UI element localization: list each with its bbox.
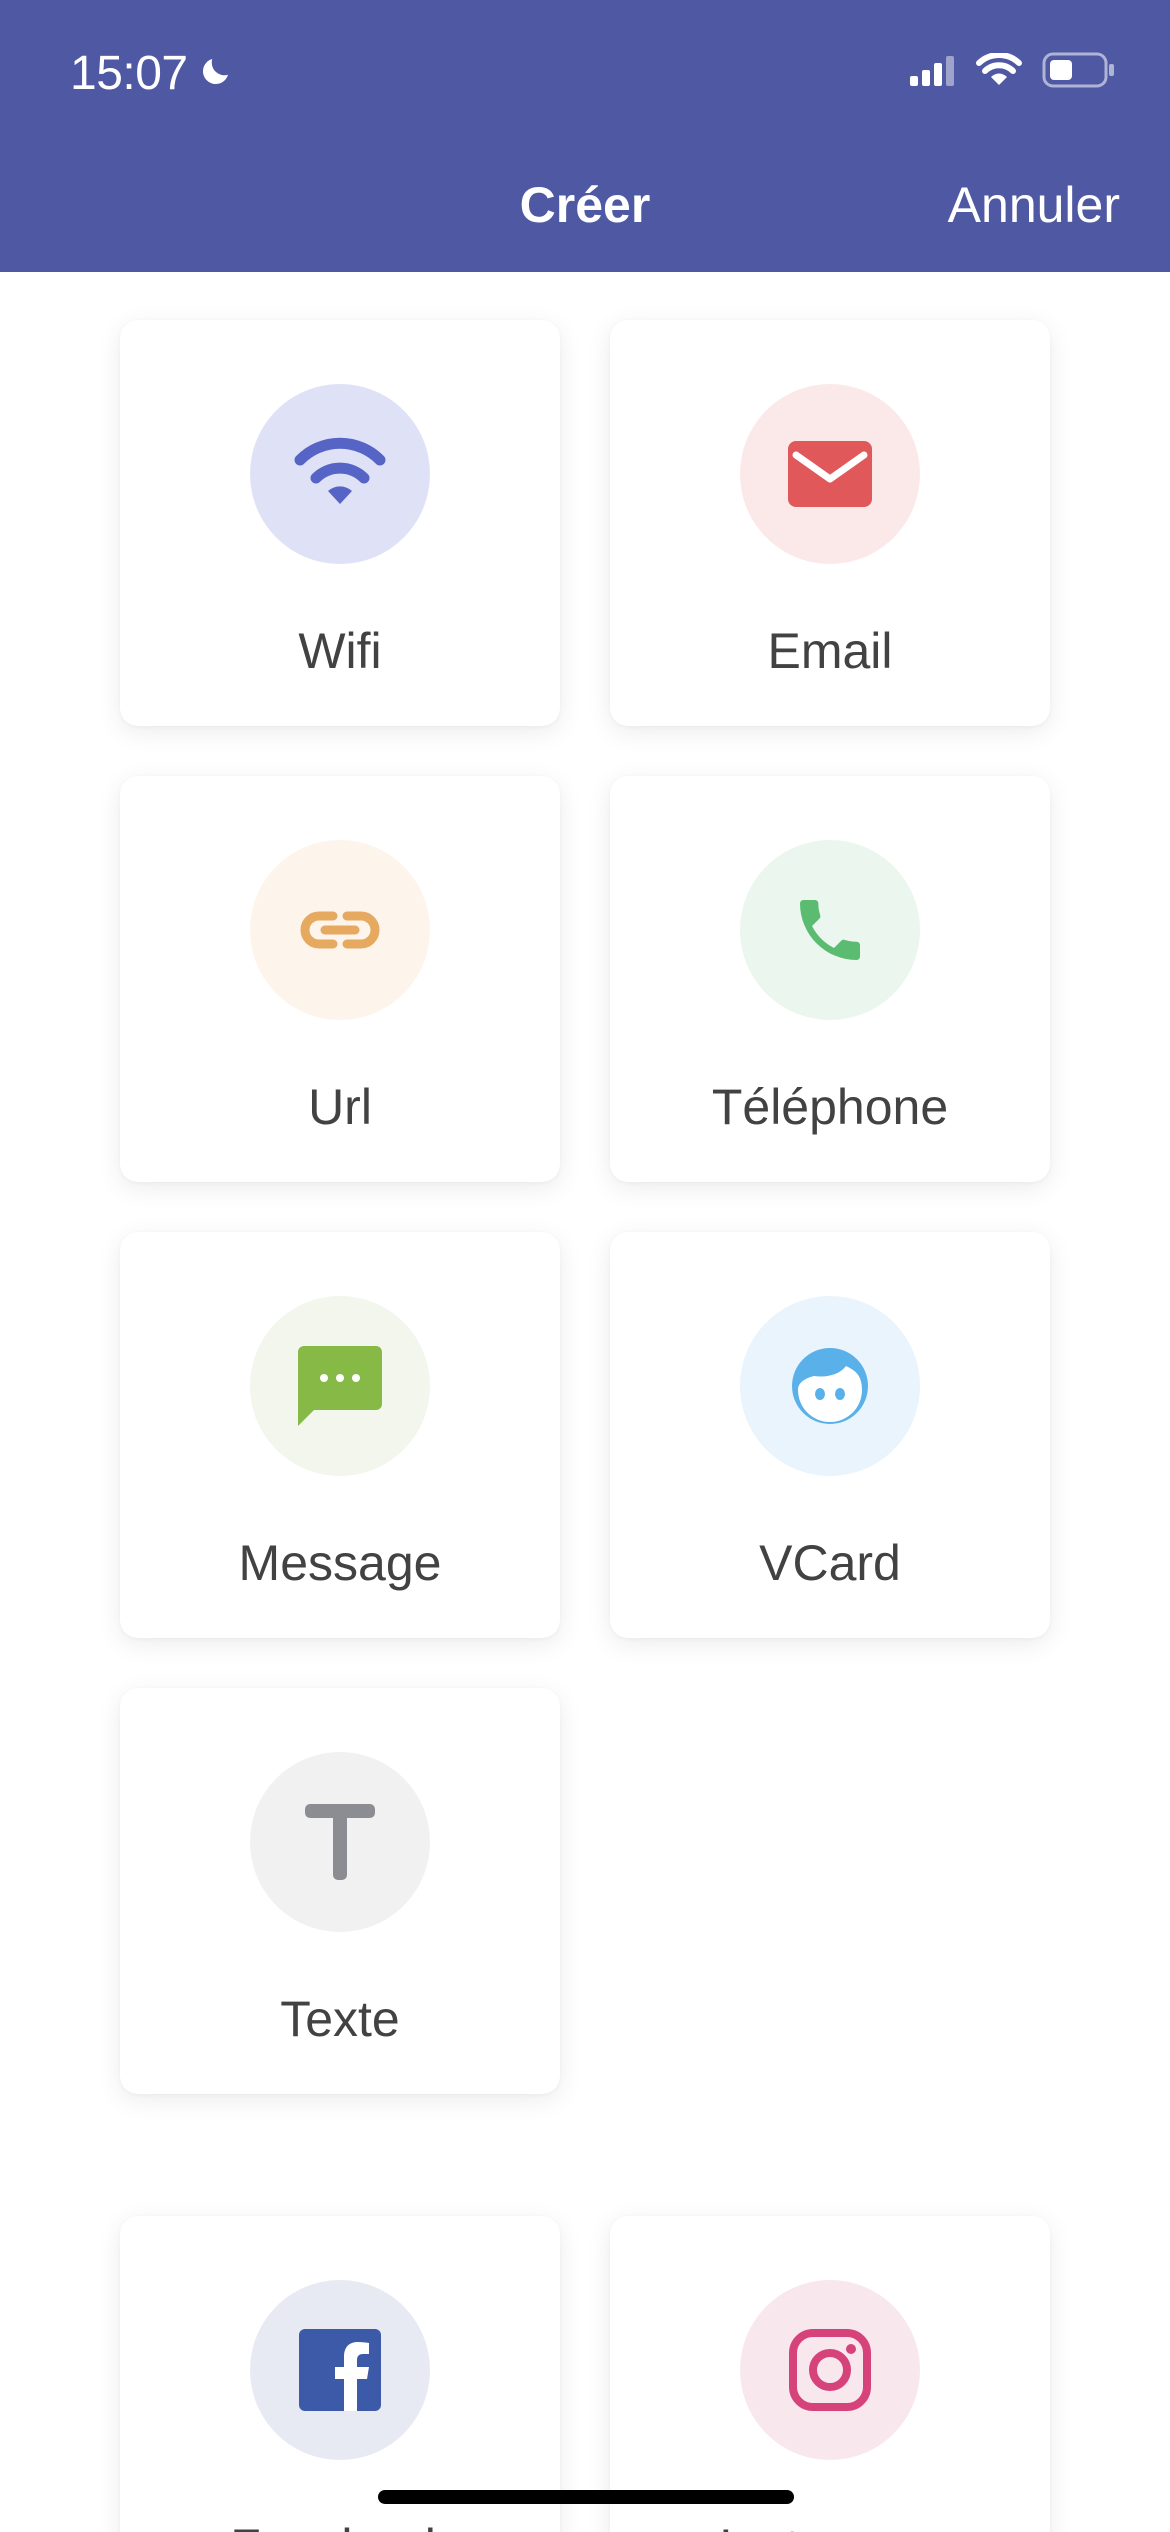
envelope-icon	[788, 441, 872, 507]
instagram-icon-circle	[740, 2280, 920, 2460]
message-icon	[298, 1346, 382, 1426]
create-vcard-card[interactable]: VCard	[610, 1232, 1050, 1638]
phone-icon-circle	[740, 840, 920, 1020]
create-message-card[interactable]: Message	[120, 1232, 560, 1638]
phone-icon	[800, 900, 860, 960]
card-label: Email	[767, 623, 893, 679]
facebook-icon-circle	[250, 2280, 430, 2460]
url-icon-circle	[250, 840, 430, 1020]
home-indicator[interactable]	[378, 2490, 794, 2504]
wifi-icon	[294, 437, 386, 504]
wifi-status-icon	[976, 52, 1022, 92]
create-url-card[interactable]: Url	[120, 776, 560, 1182]
create-phone-card[interactable]: Téléphone	[610, 776, 1050, 1182]
facebook-icon	[299, 2329, 381, 2411]
status-icons	[910, 52, 1116, 93]
vcard-icon-circle	[740, 1296, 920, 1476]
create-facebook-card[interactable]: Facebook	[120, 2216, 560, 2532]
create-email-card[interactable]: Email	[610, 320, 1050, 726]
instagram-icon	[789, 2329, 871, 2411]
card-label: Wifi	[298, 623, 382, 679]
link-icon	[300, 911, 380, 949]
text-icon-circle	[250, 1752, 430, 1932]
card-label: Message	[238, 1535, 442, 1591]
face-icon	[792, 1348, 868, 1424]
status-time-text: 15:07	[70, 47, 188, 100]
battery-icon	[1042, 52, 1116, 93]
cancel-button[interactable]: Annuler	[948, 176, 1120, 234]
create-screen: 15:07 Créer Annuler Wifi Email Url Télép…	[0, 0, 1170, 2532]
moon-icon	[198, 46, 234, 101]
card-label: VCard	[759, 1535, 901, 1591]
create-instagram-card[interactable]: Instagram	[610, 2216, 1050, 2532]
card-label: Facebook	[120, 2518, 560, 2532]
create-text-card[interactable]: Texte	[120, 1688, 560, 2094]
text-icon	[305, 1804, 375, 1880]
status-time: 15:07	[70, 46, 234, 101]
card-label: Url	[308, 1079, 372, 1135]
wifi-icon-circle	[250, 384, 430, 564]
card-label: Téléphone	[711, 1079, 949, 1135]
cellular-signal-icon	[910, 54, 956, 91]
create-wifi-card[interactable]: Wifi	[120, 320, 560, 726]
email-icon-circle	[740, 384, 920, 564]
header: 15:07 Créer Annuler	[0, 0, 1170, 272]
card-label: Instagram	[610, 2518, 1050, 2532]
message-icon-circle	[250, 1296, 430, 1476]
card-label: Texte	[280, 1991, 400, 2047]
